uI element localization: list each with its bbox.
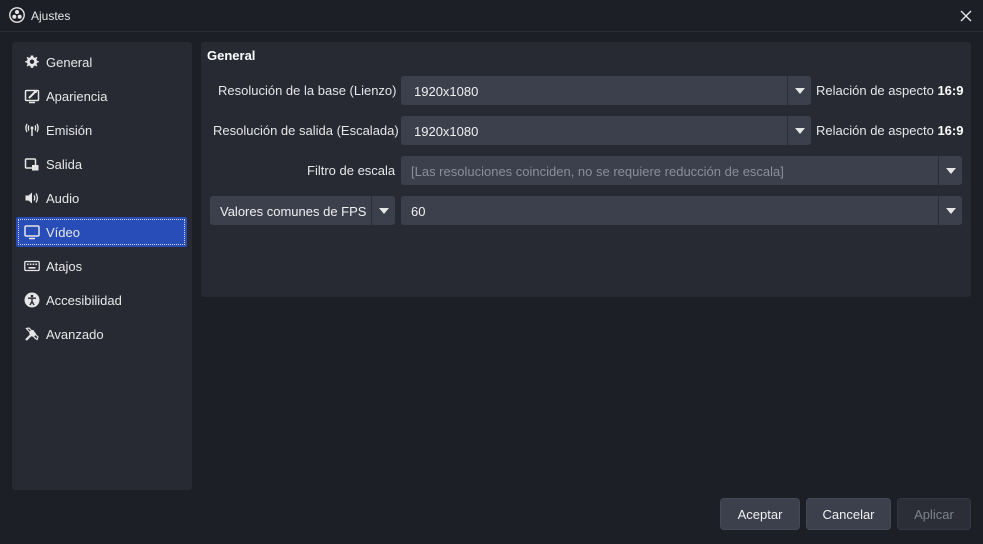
section-title: General	[207, 48, 256, 63]
scale-filter-value: [Las resoluciones coinciden, no se requi…	[411, 164, 784, 179]
base-resolution-label: Resolución de la base (Lienzo)	[218, 83, 397, 98]
accessibility-icon	[24, 292, 40, 308]
chevron-down-icon[interactable]	[938, 196, 962, 225]
window-title: Ajustes	[31, 9, 71, 23]
sidebar-item-emision[interactable]: Emisión	[16, 115, 187, 145]
scale-filter-combo[interactable]: [Las resoluciones coinciden, no se requi…	[401, 156, 962, 185]
chevron-down-icon[interactable]	[787, 76, 811, 105]
sidebar-item-label: Apariencia	[46, 89, 108, 104]
sidebar-item-label: Accesibilidad	[46, 293, 122, 308]
broadcast-icon	[24, 122, 40, 138]
monitor-icon	[24, 224, 40, 240]
close-icon[interactable]	[955, 5, 977, 27]
obs-logo-icon	[9, 7, 25, 23]
sidebar-item-apariencia[interactable]: Apariencia	[16, 81, 187, 111]
sidebar-item-accesibilidad[interactable]: Accesibilidad	[16, 285, 187, 315]
appearance-icon	[24, 88, 40, 104]
video-settings-panel: General Resolución de la base (Lienzo) 1…	[201, 42, 971, 297]
sidebar-item-avanzado[interactable]: Avanzado	[16, 319, 187, 349]
aspect-ratio-label: Relación de aspecto	[816, 83, 934, 98]
settings-sidebar: General Apariencia Emisión Salida Audio …	[12, 42, 192, 490]
sidebar-item-atajos[interactable]: Atajos	[16, 251, 187, 281]
fps-value: 60	[411, 204, 426, 219]
chevron-down-icon[interactable]	[371, 196, 395, 225]
sidebar-item-label: Vídeo	[46, 225, 80, 240]
sidebar-item-label: General	[46, 55, 93, 70]
fps-value-combo[interactable]: 60	[401, 196, 962, 225]
sidebar-item-label: Audio	[46, 191, 80, 206]
aspect-ratio-value: 16:9	[937, 123, 964, 138]
output-resolution-label: Resolución de salida (Escalada)	[213, 123, 399, 138]
sidebar-item-label: Avanzado	[46, 327, 104, 342]
speaker-icon	[24, 190, 40, 206]
tools-icon	[24, 326, 40, 342]
base-resolution-value: 1920x1080	[414, 84, 479, 99]
sidebar-item-general[interactable]: General	[16, 47, 187, 77]
scale-filter-label: Filtro de escala	[307, 163, 396, 178]
sidebar-item-label: Emisión	[46, 123, 93, 138]
title-bar: Ajustes	[0, 0, 983, 32]
output-resolution-value: 1920x1080	[414, 124, 479, 139]
output-aspect-ratio: Relación de aspecto 16:9	[816, 123, 963, 138]
sidebar-item-label: Salida	[46, 157, 83, 172]
sidebar-item-label: Atajos	[46, 259, 83, 274]
output-icon	[24, 156, 40, 172]
keyboard-icon	[24, 258, 40, 274]
apply-button[interactable]: Aplicar	[897, 498, 971, 530]
cancel-button[interactable]: Cancelar	[806, 498, 891, 530]
base-aspect-ratio: Relación de aspecto 16:9	[816, 83, 963, 98]
output-resolution-combo[interactable]: 1920x1080	[401, 116, 811, 145]
base-resolution-combo[interactable]: 1920x1080	[401, 76, 811, 105]
sidebar-item-audio[interactable]: Audio	[16, 183, 187, 213]
sidebar-item-video[interactable]: Vídeo	[16, 217, 187, 247]
fps-type-combo[interactable]: Valores comunes de FPS	[210, 196, 395, 225]
fps-type-value: Valores comunes de FPS	[220, 204, 367, 219]
sidebar-item-salida[interactable]: Salida	[16, 149, 187, 179]
aspect-ratio-value: 16:9	[937, 83, 964, 98]
chevron-down-icon[interactable]	[938, 156, 962, 185]
chevron-down-icon[interactable]	[787, 116, 811, 145]
aspect-ratio-label: Relación de aspecto	[816, 123, 934, 138]
gear-icon	[24, 54, 40, 70]
accept-button[interactable]: Aceptar	[720, 498, 800, 530]
